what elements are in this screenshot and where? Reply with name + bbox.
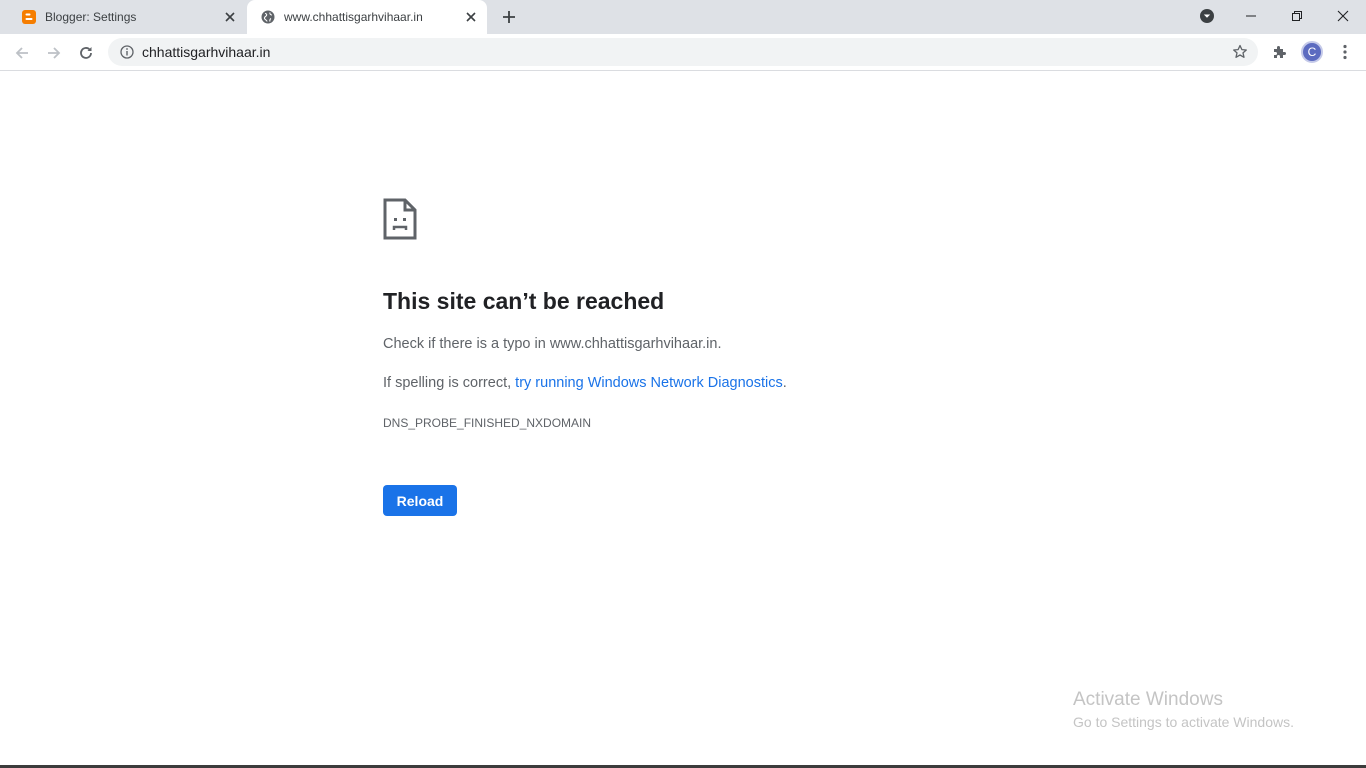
tab-title: Blogger: Settings [45,10,137,24]
forward-button[interactable] [40,39,68,67]
restore-button[interactable] [1274,0,1320,32]
bookmark-star-icon[interactable] [1229,41,1251,63]
diagnostics-prefix: If spelling is correct, [383,375,516,391]
minimize-icon [1246,15,1256,17]
globe-icon [260,9,276,25]
sad-page-icon [383,198,417,240]
arrow-right-icon [48,47,61,59]
profile-avatar[interactable]: C [1301,41,1323,63]
tab-chhattisgarhvihaar[interactable]: www.chhattisgarhvihaar.in [247,0,487,34]
error-suggestion-typo: Check if there is a typo in www.chhattis… [383,336,722,352]
info-icon[interactable] [118,43,136,61]
tab-search-button[interactable] [1196,5,1218,27]
close-tab-icon[interactable] [460,6,482,28]
extensions-puzzle-icon[interactable] [1268,41,1290,63]
plus-icon [503,11,515,23]
tab-title: www.chhattisgarhvihaar.in [284,10,423,24]
restore-icon [1292,11,1302,21]
tab-blogger-settings[interactable]: Blogger: Settings [8,0,246,34]
close-icon [1337,10,1349,22]
close-tab-icon[interactable] [219,6,241,28]
error-title: This site can’t be reached [383,288,665,314]
arrow-left-icon [15,47,28,59]
reload-button[interactable]: Reload [383,485,457,516]
reload-toolbar-button[interactable] [72,39,100,67]
close-window-button[interactable] [1320,0,1366,32]
minimize-button[interactable] [1228,0,1274,32]
tab-strip: Blogger: Settings www.chhattisgarhvihaar… [0,0,1366,34]
blogger-icon [21,9,37,25]
chevron-down-circle-icon [1200,9,1214,23]
browser-toolbar: chhattisgarhvihaar.in C [0,34,1366,71]
error-suggestion-diagnostics: If spelling is correct, try running Wind… [383,375,787,391]
url-text[interactable]: chhattisgarhvihaar.in [142,44,1229,60]
activate-windows-subtitle: Go to Settings to activate Windows. [1073,714,1294,730]
activate-windows-title: Activate Windows [1073,689,1223,710]
new-tab-button[interactable] [498,6,520,28]
address-bar[interactable]: chhattisgarhvihaar.in [108,38,1258,66]
back-button[interactable] [8,39,36,67]
error-code: DNS_PROBE_FINISHED_NXDOMAIN [383,416,592,430]
diagnostics-suffix: . [782,375,787,391]
refresh-icon [80,47,92,59]
network-diagnostics-link[interactable]: try running Windows Network Diagnostics [515,375,783,391]
more-vertical-icon[interactable] [1334,41,1356,63]
